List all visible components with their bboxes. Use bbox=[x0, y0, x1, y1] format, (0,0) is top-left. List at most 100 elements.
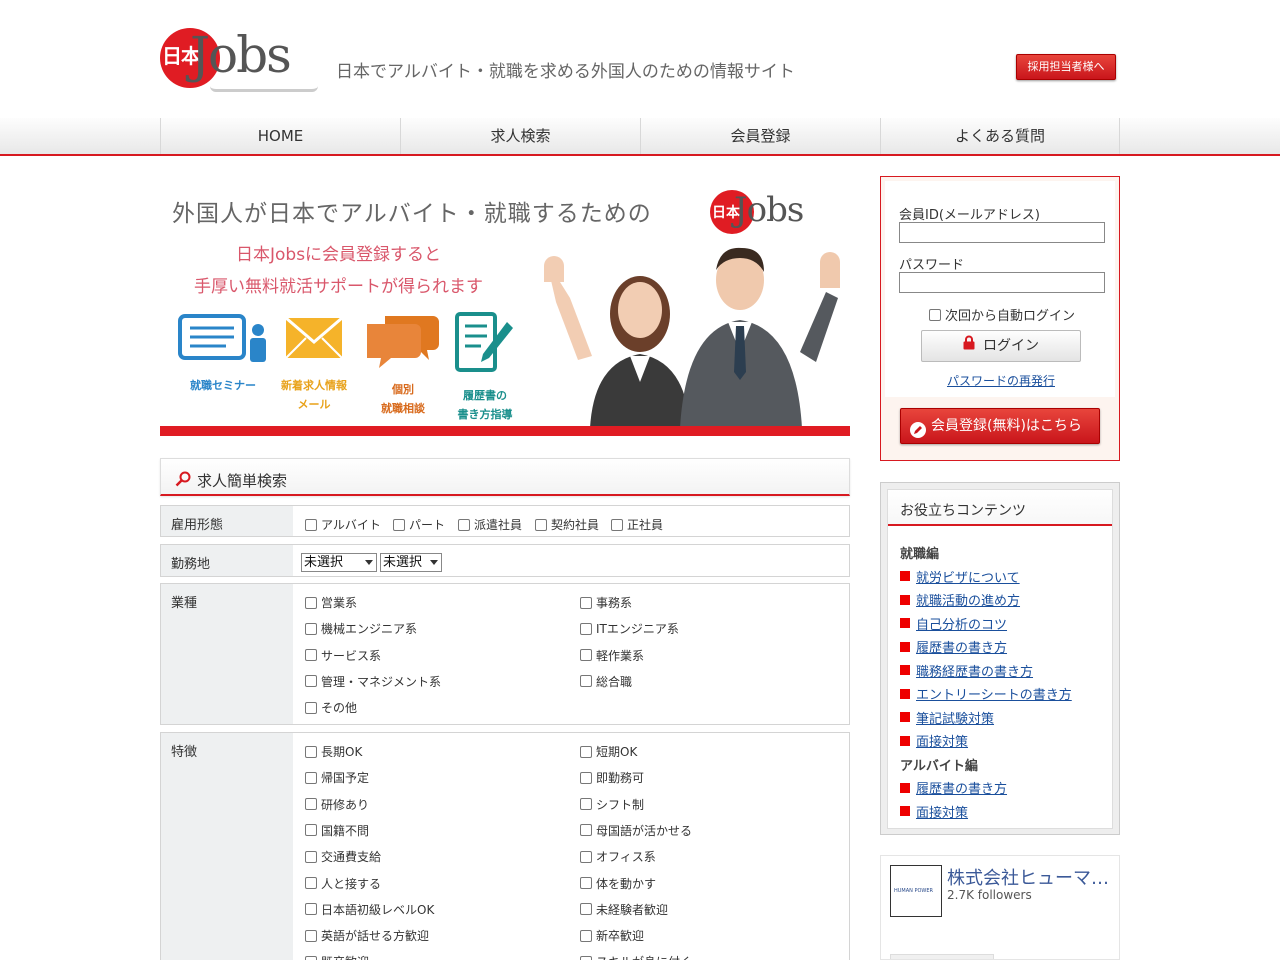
checkbox[interactable] bbox=[305, 955, 317, 960]
employment-option[interactable]: 正社員 bbox=[611, 516, 663, 533]
feature-option[interactable]: 人と接する bbox=[305, 875, 381, 892]
feature-option[interactable]: 帰国予定 bbox=[305, 769, 369, 786]
useful-link[interactable]: 面接対策 bbox=[900, 731, 968, 750]
option-label: その他 bbox=[321, 701, 358, 716]
checkbox[interactable] bbox=[305, 675, 317, 688]
feature-option[interactable]: オフィス系 bbox=[580, 848, 656, 865]
industry-option[interactable]: 軽作業系 bbox=[580, 647, 644, 664]
feature-option[interactable]: 長期OK bbox=[305, 743, 362, 760]
checkbox[interactable] bbox=[580, 596, 592, 609]
useful-link[interactable]: 職務経歴書の書き方 bbox=[900, 661, 1033, 680]
checkbox[interactable] bbox=[580, 622, 592, 635]
feature-option[interactable]: 即勤務可 bbox=[580, 769, 644, 786]
checkbox[interactable] bbox=[535, 518, 547, 531]
option-label: 国籍不問 bbox=[321, 823, 370, 838]
checkbox[interactable] bbox=[611, 518, 623, 531]
nav-job-search[interactable]: 求人検索 bbox=[400, 118, 640, 154]
useful-link[interactable]: 履歴書の書き方 bbox=[900, 778, 1007, 797]
password-input[interactable] bbox=[899, 272, 1105, 293]
facebook-page-avatar[interactable]: HUMAN POWER bbox=[890, 865, 942, 917]
employment-option[interactable]: パート bbox=[393, 516, 445, 533]
employment-option[interactable]: 契約社員 bbox=[535, 516, 599, 533]
login-button[interactable]: ログイン bbox=[921, 330, 1081, 362]
feature-option[interactable]: 母国語が活かせる bbox=[580, 822, 692, 839]
checkbox[interactable] bbox=[458, 518, 470, 531]
feature-option[interactable]: 既卒歓迎 bbox=[305, 953, 369, 960]
promo-banner[interactable]: 外国人が日本でアルバイト・就職するための 日本 Jobs 日本Jobsに会員登録… bbox=[160, 178, 850, 436]
facebook-widget[interactable]: HUMAN POWER 株式会社ヒューマンパワー 2.7K followers bbox=[880, 855, 1120, 960]
feature-option[interactable]: 交通費支給 bbox=[305, 848, 381, 865]
feature-option[interactable]: 体を動かす bbox=[580, 875, 656, 892]
industry-option[interactable]: サービス系 bbox=[305, 647, 381, 664]
option-label: スキルが身に付く bbox=[596, 953, 692, 960]
checkbox[interactable] bbox=[305, 518, 317, 531]
checkbox[interactable] bbox=[305, 771, 317, 784]
facebook-page-name[interactable]: 株式会社ヒューマンパワー bbox=[947, 864, 1117, 890]
checkbox[interactable] bbox=[580, 824, 592, 837]
checkbox[interactable] bbox=[580, 903, 592, 916]
industry-option[interactable]: ITエンジニア系 bbox=[580, 620, 679, 637]
checkbox[interactable] bbox=[580, 649, 592, 662]
useful-link[interactable]: 自己分析のコツ bbox=[900, 614, 1007, 633]
checkbox[interactable] bbox=[305, 798, 317, 811]
checkbox[interactable] bbox=[305, 701, 317, 714]
nav-register[interactable]: 会員登録 bbox=[640, 118, 880, 154]
industry-option[interactable]: その他 bbox=[305, 699, 357, 716]
checkbox[interactable] bbox=[305, 877, 317, 889]
prefecture-select[interactable]: 未選択 bbox=[301, 553, 377, 572]
checkbox[interactable] bbox=[393, 518, 405, 531]
checkbox[interactable] bbox=[305, 850, 317, 863]
register-button[interactable]: 会員登録(無料)はこちら bbox=[900, 408, 1100, 444]
useful-link[interactable]: 就労ビザについて bbox=[900, 567, 1020, 586]
checkbox[interactable] bbox=[580, 929, 592, 942]
recruiter-button[interactable]: 採用担当者様へ bbox=[1016, 54, 1116, 80]
feature-option[interactable]: 国籍不問 bbox=[305, 822, 369, 839]
useful-link[interactable]: 面接対策 bbox=[900, 802, 968, 821]
nav-home[interactable]: HOME bbox=[160, 118, 400, 154]
feature-option[interactable]: 未経験者歓迎 bbox=[580, 901, 668, 918]
checkbox[interactable] bbox=[580, 771, 592, 784]
checkbox[interactable] bbox=[580, 850, 592, 863]
industry-option[interactable]: 機械エンジニア系 bbox=[305, 620, 417, 637]
checkbox[interactable] bbox=[929, 308, 941, 321]
password-reissue-link[interactable]: パスワードの再発行 bbox=[881, 372, 1121, 389]
feature-resume: 履歴書の 書き方指導 bbox=[448, 312, 522, 424]
industry-option[interactable]: 営業系 bbox=[305, 594, 357, 611]
feature-option[interactable]: 英語が話せる方歓迎 bbox=[305, 927, 429, 944]
checkbox[interactable] bbox=[580, 675, 592, 688]
facebook-follow-button[interactable] bbox=[890, 954, 994, 959]
city-select[interactable]: 未選択 bbox=[380, 553, 442, 572]
site-logo[interactable]: 日本 Jobs bbox=[160, 26, 320, 102]
useful-link[interactable]: 就職活動の進め方 bbox=[900, 590, 1020, 609]
checkbox[interactable] bbox=[305, 824, 317, 837]
checkbox[interactable] bbox=[305, 903, 317, 916]
useful-link[interactable]: 筆記試験対策 bbox=[900, 708, 994, 727]
feature-newjob-line2: メール bbox=[297, 398, 331, 411]
employment-option[interactable]: 派遣社員 bbox=[458, 516, 522, 533]
feature-option[interactable]: シフト制 bbox=[580, 796, 644, 813]
checkbox[interactable] bbox=[580, 798, 592, 811]
feature-option[interactable]: 短期OK bbox=[580, 743, 637, 760]
auto-login-checkbox[interactable]: 次回から自動ログイン bbox=[929, 305, 1075, 324]
feature-option[interactable]: スキルが身に付く bbox=[580, 953, 692, 960]
checkbox[interactable] bbox=[305, 745, 317, 758]
useful-link[interactable]: 履歴書の書き方 bbox=[900, 637, 1007, 656]
feature-option[interactable]: 日本語初級レベルOK bbox=[305, 901, 434, 918]
checkbox[interactable] bbox=[580, 745, 592, 758]
member-id-input[interactable] bbox=[899, 222, 1105, 243]
employment-option[interactable]: アルバイト bbox=[305, 516, 381, 533]
feature-option[interactable]: 新卒歓迎 bbox=[580, 927, 644, 944]
checkbox[interactable] bbox=[580, 877, 592, 889]
checkbox[interactable] bbox=[305, 596, 317, 609]
nav-faq[interactable]: よくある質問 bbox=[880, 118, 1120, 154]
industry-option[interactable]: 総合職 bbox=[580, 673, 632, 690]
industry-option[interactable]: 事務系 bbox=[580, 594, 632, 611]
option-label: ITエンジニア系 bbox=[596, 622, 679, 637]
useful-link[interactable]: エントリーシートの書き方 bbox=[900, 684, 1072, 703]
checkbox[interactable] bbox=[305, 622, 317, 635]
checkbox[interactable] bbox=[580, 955, 592, 960]
industry-option[interactable]: 管理・マネジメント系 bbox=[305, 673, 441, 690]
feature-option[interactable]: 研修あり bbox=[305, 796, 369, 813]
checkbox[interactable] bbox=[305, 929, 317, 942]
checkbox[interactable] bbox=[305, 649, 317, 662]
